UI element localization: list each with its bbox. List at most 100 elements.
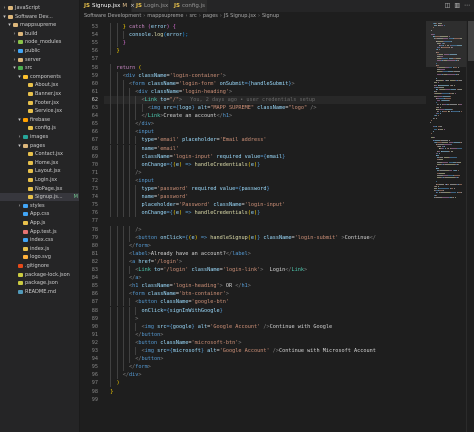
breadcrumb-item[interactable]: JS Signup.jsx — [224, 13, 256, 19]
code-line[interactable]: name='email' — [104, 145, 180, 153]
file-item[interactable]: Banner.jsx — [0, 90, 79, 98]
code-line[interactable]: > — [104, 315, 138, 323]
tab-login-jsx[interactable]: JS Login.jsx — [132, 0, 170, 12]
code-line[interactable]: <form className='login-form' onSubmit={h… — [104, 80, 295, 88]
file-item[interactable]: README.md — [0, 288, 79, 296]
file-item[interactable]: App.test.js — [0, 228, 79, 236]
vertical-scrollbar[interactable] — [466, 21, 474, 432]
folder-item[interactable]: ▾ firebase — [0, 116, 79, 124]
breadcrumb-item[interactable]: Software Development — [84, 13, 141, 19]
code-line[interactable]: </button> — [104, 355, 163, 363]
folder-item[interactable]: ▾ mappsupreme — [0, 21, 79, 29]
code-token: Login — [269, 267, 286, 273]
code-line[interactable]: } — [104, 39, 126, 47]
tab-config-js[interactable]: JS config.js — [170, 0, 208, 12]
file-item[interactable]: config.js — [0, 124, 79, 132]
split-editor-icon[interactable]: ▥ — [454, 2, 460, 9]
chevron-right-icon[interactable]: › — [12, 56, 17, 64]
file-item[interactable]: package-lock.json — [0, 271, 79, 279]
code-line[interactable]: <img src={google} alt='Google Account' /… — [104, 323, 333, 331]
code-token: img — [144, 323, 155, 330]
folder-item[interactable]: › images — [0, 133, 79, 141]
code-line[interactable]: <h1 className='login-heading'> OR </h1> — [104, 282, 251, 290]
folder-item[interactable]: ▾ components — [0, 73, 79, 81]
file-item[interactable]: .gitignore — [0, 262, 79, 270]
file-item[interactable]: index.css — [0, 236, 79, 244]
breadcrumb-item[interactable]: Signup — [262, 13, 279, 19]
minimap[interactable] — [426, 21, 466, 432]
folder-item[interactable]: ▾ Software Dev... — [0, 13, 79, 21]
chevron-down-icon[interactable]: ▾ — [7, 21, 12, 29]
scrollbar-thumb[interactable] — [468, 21, 474, 61]
folder-item[interactable]: › JavaScript — [0, 4, 79, 12]
code-line[interactable]: <Link to="/"> You, 2 days ago • user cred… — [104, 95, 426, 104]
chevron-right-icon[interactable]: › — [12, 38, 17, 46]
code-line[interactable]: <img src={microsoft} alt='Google Account… — [104, 347, 376, 355]
chevron-right-icon[interactable]: › — [2, 4, 7, 12]
code-line[interactable]: } — [104, 388, 113, 396]
minimap-line — [445, 97, 451, 99]
chevron-down-icon[interactable]: ▾ — [2, 13, 7, 21]
file-item[interactable]: logo.svg — [0, 253, 79, 261]
folder-item[interactable]: › build — [0, 30, 79, 38]
chevron-right-icon[interactable]: › — [17, 133, 22, 141]
tab-signup-jsx[interactable]: JS Signup.jsx M × — [80, 0, 135, 12]
indent-guide — [110, 282, 112, 291]
chevron-right-icon[interactable]: › — [12, 30, 17, 38]
folder-item[interactable]: ▾ pages — [0, 142, 79, 150]
folder-item[interactable]: › node_modules — [0, 38, 79, 46]
code-line[interactable]: <div className='login-container'> — [104, 72, 226, 80]
chevron-down-icon[interactable]: ▾ — [17, 142, 22, 150]
code-line[interactable]: </button> — [104, 331, 163, 339]
file-item[interactable]: About.jsx — [0, 81, 79, 89]
more-actions-icon[interactable]: ⋯ — [464, 2, 470, 9]
file-item[interactable]: Footer.jsx — [0, 99, 79, 107]
code-editor[interactable]: 53 54 55 56 57 58 59 60 61 62 63 64 65 66 67 68 69 70 71 72… — [80, 21, 426, 432]
file-item[interactable]: Signup.js... M — [0, 193, 79, 202]
breadcrumb-item[interactable]: src — [190, 13, 197, 19]
folder-item[interactable]: › public — [0, 47, 79, 55]
folder-item[interactable]: ▾ src — [0, 64, 79, 72]
code-line[interactable]: <label>Already have an account?</label> — [104, 250, 251, 258]
code-line[interactable]: } — [104, 47, 120, 55]
indent-guide — [116, 290, 118, 299]
file-item[interactable]: NoPage.jsx — [0, 185, 79, 193]
file-item[interactable]: Service.jsx — [0, 107, 79, 115]
tree-item-label: Login.jsx — [35, 177, 58, 183]
chevron-down-icon[interactable]: ▾ — [17, 73, 22, 81]
breadcrumb-item[interactable]: pages — [203, 13, 218, 19]
folder-icon — [18, 31, 23, 36]
code-line[interactable]: className='login-input' required value={… — [104, 153, 286, 161]
compare-icon[interactable]: ◫ — [445, 2, 451, 9]
file-item[interactable]: App.css — [0, 210, 79, 218]
chevron-right-icon[interactable]: › — [17, 202, 22, 210]
chevron-right-icon: › — [198, 13, 201, 19]
folder-item[interactable]: › server — [0, 56, 79, 64]
code-line[interactable]: } catch (error) { — [104, 23, 176, 31]
close-icon[interactable]: × — [130, 3, 135, 9]
file-item[interactable]: App.js — [0, 219, 79, 227]
file-item[interactable]: index.js — [0, 245, 79, 253]
code-line[interactable]: ) — [104, 379, 120, 387]
file-item[interactable]: package.json — [0, 279, 79, 287]
code-line[interactable]: onChange={(e) => handleCredentials(e)} — [104, 209, 261, 217]
file-item[interactable]: Login.jsx — [0, 176, 79, 184]
breadcrumb-item[interactable]: mappsupreme — [147, 13, 183, 19]
minimap-line — [437, 71, 442, 73]
chevron-down-icon[interactable]: ▾ — [12, 64, 17, 72]
code-token: src — [160, 105, 173, 111]
file-item[interactable]: Layout.jsx — [0, 167, 79, 175]
chevron-right-icon[interactable]: › — [12, 47, 17, 55]
file-item[interactable]: Home.jsx — [0, 159, 79, 167]
chevron-down-icon[interactable]: ▾ — [17, 116, 22, 124]
code-line[interactable]: placeholder='Password' className='login-… — [104, 201, 286, 209]
code-line[interactable]: <button className='microsoft-btn'> — [104, 339, 242, 347]
folder-item[interactable]: › styles — [0, 202, 79, 210]
code-token: > — [238, 339, 242, 346]
code-line[interactable]: <Link to='/login' className='login-link'… — [104, 266, 307, 274]
indent-guide — [129, 338, 131, 347]
indent-guide — [122, 152, 124, 161]
code-line[interactable]: onChange={(e) => handleCredentials(e)} — [104, 161, 261, 169]
code-line[interactable]: <button onClick={(e) => handleSignup(e)}… — [104, 234, 376, 242]
file-item[interactable]: Contact.jsx — [0, 150, 79, 158]
